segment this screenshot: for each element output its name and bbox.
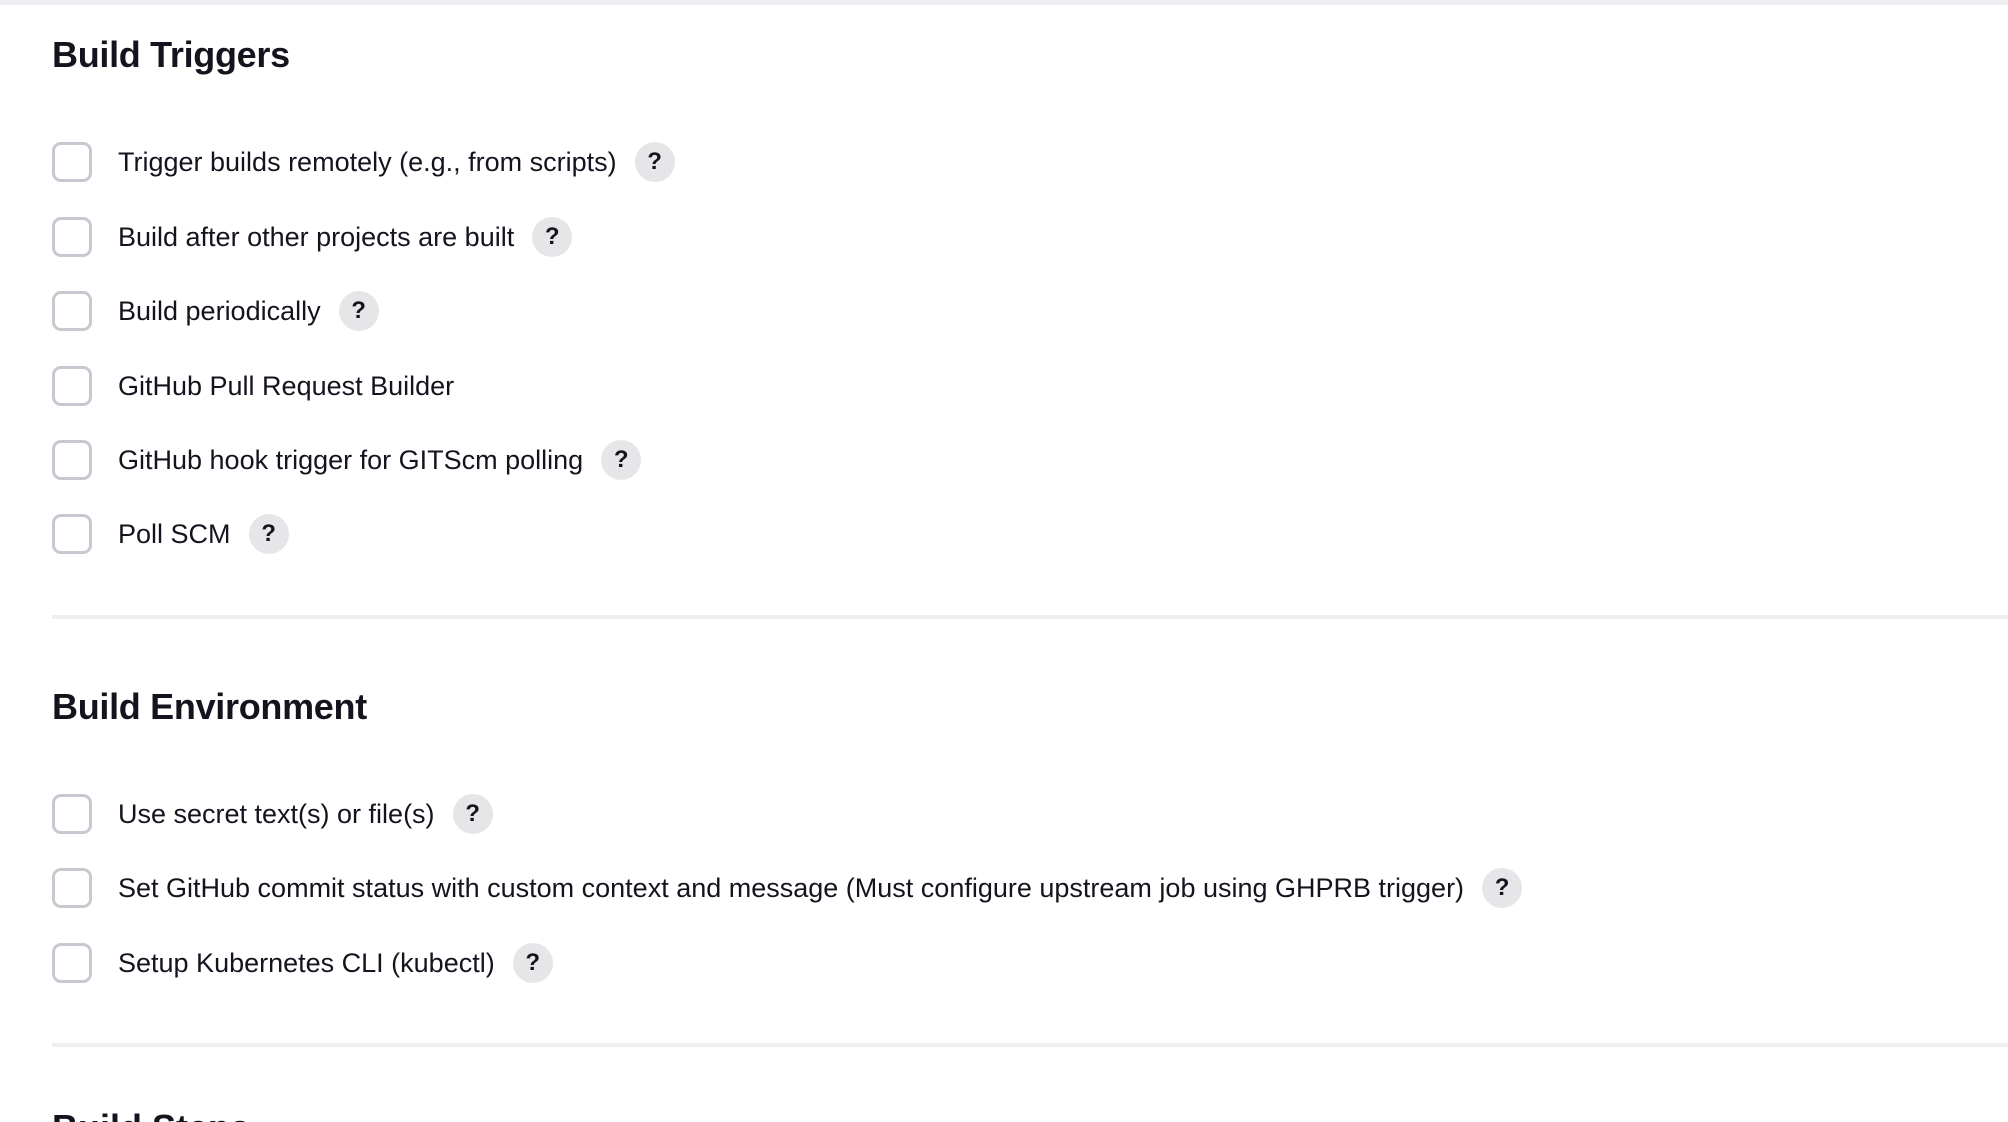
top-divider [0, 0, 2008, 5]
setup-kubernetes-cli-checkbox[interactable] [52, 943, 92, 983]
setup-kubernetes-cli-label[interactable]: Setup Kubernetes CLI (kubectl) [118, 948, 495, 979]
section-divider [52, 615, 2008, 619]
trigger-remote-label[interactable]: Trigger builds remotely (e.g., from scri… [118, 147, 617, 178]
poll-scm-checkbox[interactable] [52, 514, 92, 554]
github-hook-trigger-checkbox[interactable] [52, 440, 92, 480]
help-icon[interactable]: ? [248, 514, 289, 554]
help-icon[interactable]: ? [338, 291, 379, 331]
github-hook-trigger-label[interactable]: GitHub hook trigger for GITScm polling [118, 445, 583, 476]
help-icon[interactable]: ? [1482, 868, 1523, 908]
help-icon[interactable]: ? [601, 440, 642, 480]
github-pull-request-builder-option[interactable]: GitHub Pull Request Builder [52, 364, 454, 408]
help-icon[interactable]: ? [512, 943, 553, 983]
help-icon[interactable]: ? [452, 794, 493, 834]
set-github-commit-status-checkbox[interactable] [52, 868, 92, 908]
github-pull-request-builder-label[interactable]: GitHub Pull Request Builder [118, 371, 454, 402]
build-environment-title: Build Environment [52, 686, 367, 727]
build-after-other-projects-option[interactable]: Build after other projects are built ? [52, 215, 573, 259]
build-after-other-projects-label[interactable]: Build after other projects are built [118, 222, 514, 253]
build-periodically-option[interactable]: Build periodically ? [52, 289, 379, 333]
github-pull-request-builder-checkbox[interactable] [52, 366, 92, 406]
build-triggers-title: Build Triggers [52, 34, 290, 75]
use-secret-text-checkbox[interactable] [52, 794, 92, 834]
help-icon[interactable]: ? [634, 142, 675, 182]
setup-kubernetes-cli-option[interactable]: Setup Kubernetes CLI (kubectl) ? [52, 941, 553, 985]
use-secret-text-option[interactable]: Use secret text(s) or file(s) ? [52, 792, 493, 836]
poll-scm-label[interactable]: Poll SCM [118, 519, 231, 550]
set-github-commit-status-label[interactable]: Set GitHub commit status with custom con… [118, 873, 1464, 904]
trigger-remote-checkbox[interactable] [52, 142, 92, 182]
build-periodically-label[interactable]: Build periodically [118, 296, 321, 327]
set-github-commit-status-option[interactable]: Set GitHub commit status with custom con… [52, 866, 1523, 910]
trigger-remote-option[interactable]: Trigger builds remotely (e.g., from scri… [52, 140, 675, 184]
build-periodically-checkbox[interactable] [52, 291, 92, 331]
poll-scm-option[interactable]: Poll SCM ? [52, 512, 289, 556]
build-after-other-projects-checkbox[interactable] [52, 217, 92, 257]
github-hook-trigger-option[interactable]: GitHub hook trigger for GITScm polling ? [52, 438, 642, 482]
next-section-title: Build Steps [52, 1110, 250, 1122]
section-divider [52, 1043, 2008, 1047]
help-icon[interactable]: ? [532, 217, 573, 257]
use-secret-text-label[interactable]: Use secret text(s) or file(s) [118, 799, 435, 830]
next-section-title-clip: Build Steps [52, 1108, 250, 1122]
